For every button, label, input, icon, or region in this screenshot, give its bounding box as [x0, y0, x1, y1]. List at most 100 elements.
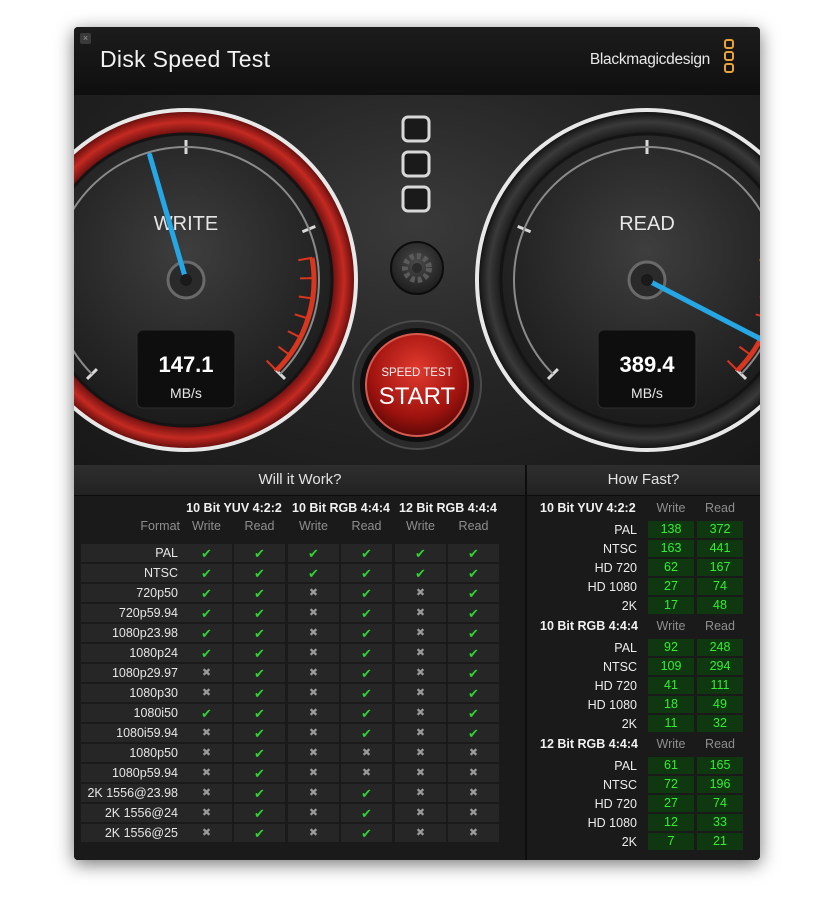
how-fast-group-title: 12 Bit RGB 4:4:4 — [540, 737, 638, 751]
format-label: NTSC — [602, 542, 637, 556]
write-speed-cell: 92 — [648, 639, 694, 656]
checkmark-icon: ✔ — [361, 646, 372, 661]
will-it-work-group-title: 10 Bit RGB 4:4:4 — [292, 501, 390, 515]
cross-icon: ✖ — [201, 767, 212, 779]
read-speed-cell: 196 — [697, 776, 743, 793]
checkmark-icon: ✔ — [254, 766, 265, 781]
write-speed-cell: 72 — [648, 776, 694, 793]
write-column-header: Write — [656, 619, 686, 633]
format-label: 1080p23.98 — [111, 626, 178, 640]
checkmark-icon: ✔ — [201, 706, 212, 721]
format-label: HD 720 — [594, 561, 637, 575]
format-label: PAL — [155, 546, 178, 560]
format-label: 2K 1556@24 — [104, 806, 178, 820]
checkmark-icon: ✔ — [201, 546, 212, 561]
checkmark-icon: ✔ — [361, 546, 372, 561]
format-label: HD 720 — [594, 679, 637, 693]
checkmark-icon: ✔ — [254, 566, 265, 581]
cross-icon: ✖ — [308, 627, 319, 639]
read-speed-unit: MB/s — [631, 385, 663, 401]
format-label: 2K 1556@25 — [104, 826, 178, 840]
format-label: PAL — [614, 523, 637, 537]
write-column-header: Write — [192, 519, 221, 533]
write-column-header: Write — [656, 501, 686, 515]
read-speed-cell: 74 — [697, 578, 743, 595]
write-speed-cell: 11 — [648, 715, 694, 732]
cross-icon: ✖ — [415, 627, 426, 639]
format-label: NTSC — [602, 660, 637, 674]
write-gauge: WRITE 147.1 MB/s — [74, 108, 358, 452]
write-speed-cell: 18 — [648, 696, 694, 713]
read-column-header: Read — [458, 519, 489, 533]
how-fast-group-title: 10 Bit RGB 4:4:4 — [540, 619, 638, 633]
write-speed-cell: 61 — [648, 757, 694, 774]
format-label: HD 1080 — [587, 698, 637, 712]
read-speed-cell: 294 — [697, 658, 743, 675]
write-speed-cell: 27 — [648, 578, 694, 595]
cross-icon: ✖ — [415, 827, 426, 839]
checkmark-icon: ✔ — [361, 806, 372, 821]
will-it-work-title: Will it Work? — [74, 465, 526, 496]
format-label: 2K 1556@23.98 — [87, 786, 178, 800]
cross-icon: ✖ — [415, 707, 426, 719]
checkmark-icon: ✔ — [254, 746, 265, 761]
cross-icon: ✖ — [415, 767, 426, 779]
cross-icon: ✖ — [201, 807, 212, 819]
will-it-work-group-title: 12 Bit RGB 4:4:4 — [399, 501, 497, 515]
format-label: 2K — [621, 717, 637, 731]
cross-icon: ✖ — [308, 667, 319, 679]
gear-icon[interactable] — [390, 241, 444, 295]
read-speed-cell: 49 — [697, 696, 743, 713]
cross-icon: ✖ — [468, 767, 479, 779]
cross-icon: ✖ — [415, 687, 426, 699]
checkmark-icon: ✔ — [201, 566, 212, 581]
checkmark-icon: ✔ — [201, 646, 212, 661]
start-button-top-label: SPEED TEST — [381, 367, 452, 379]
checkmark-icon: ✔ — [468, 726, 479, 741]
read-speed-cell: 32 — [697, 715, 743, 732]
read-speed-cell: 248 — [697, 639, 743, 656]
format-label: 1080p30 — [129, 686, 178, 700]
checkmark-icon: ✔ — [361, 786, 372, 801]
app-window: × Disk Speed Test Blackmagicdesign WRITE… — [74, 27, 760, 860]
checkmark-icon: ✔ — [468, 606, 479, 621]
checkmark-icon: ✔ — [254, 706, 265, 721]
checkmark-icon: ✔ — [468, 686, 479, 701]
read-speed-cell: 111 — [697, 677, 743, 694]
checkmark-icon: ✔ — [201, 606, 212, 621]
cross-icon: ✖ — [201, 727, 212, 739]
write-speed-cell: 7 — [648, 833, 694, 850]
will-it-work-group-title: 10 Bit YUV 4:2:2 — [186, 501, 282, 515]
checkmark-icon: ✔ — [468, 666, 479, 681]
write-speed-cell: 27 — [648, 795, 694, 812]
cross-icon: ✖ — [201, 687, 212, 699]
start-button[interactable]: SPEED TEST START — [352, 320, 482, 450]
cross-icon: ✖ — [415, 647, 426, 659]
cross-icon: ✖ — [415, 807, 426, 819]
checkmark-icon: ✔ — [468, 566, 479, 581]
checkmark-icon: ✔ — [468, 706, 479, 721]
format-label: PAL — [614, 641, 637, 655]
read-column-header: Read — [705, 501, 735, 515]
checkmark-icon: ✔ — [361, 706, 372, 721]
checkmark-icon: ✔ — [308, 546, 319, 561]
cross-icon: ✖ — [308, 767, 319, 779]
cross-icon: ✖ — [468, 747, 479, 759]
read-speed-cell: 372 — [697, 521, 743, 538]
checkmark-icon: ✔ — [254, 686, 265, 701]
read-speed-cell: 167 — [697, 559, 743, 576]
read-speed-cell: 33 — [697, 814, 743, 831]
format-label: 1080p50 — [129, 746, 178, 760]
cross-icon: ✖ — [308, 747, 319, 759]
cross-icon: ✖ — [415, 587, 426, 599]
results-panel: Will it Work? How Fast? 10 Bit YUV 4:2:2… — [74, 465, 760, 860]
start-button-label: START — [379, 383, 456, 410]
write-speed-unit: MB/s — [170, 385, 202, 401]
checkmark-icon: ✔ — [308, 566, 319, 581]
format-label: HD 1080 — [587, 816, 637, 830]
write-column-header: Write — [299, 519, 328, 533]
checkmark-icon: ✔ — [361, 586, 372, 601]
format-label: HD 720 — [594, 797, 637, 811]
format-label: 2K — [621, 599, 637, 613]
checkmark-icon: ✔ — [468, 546, 479, 561]
